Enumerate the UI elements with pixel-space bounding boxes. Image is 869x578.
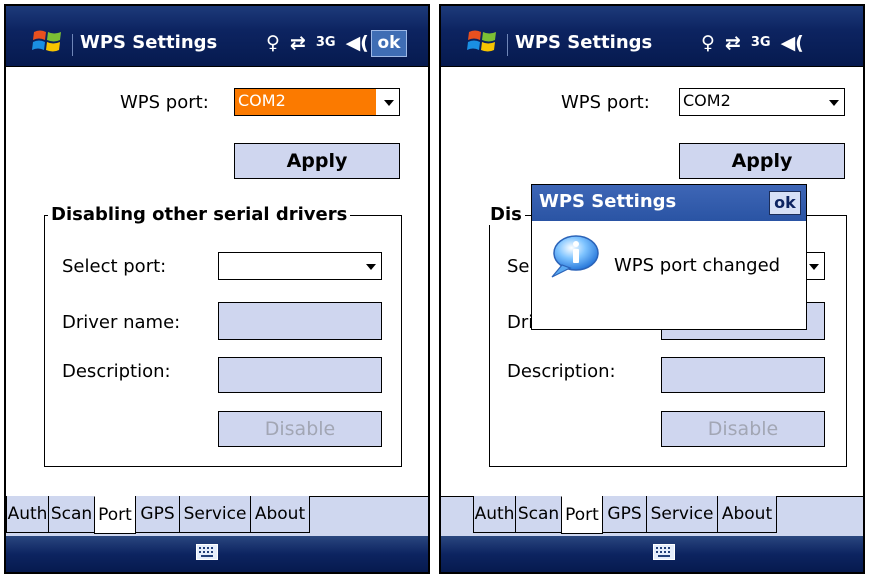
signal-icon[interactable]: ♀ bbox=[266, 30, 280, 56]
description-field[interactable] bbox=[218, 357, 382, 393]
soft-key-bar bbox=[6, 536, 428, 572]
group-title: Disabling other serial drivers bbox=[48, 204, 351, 225]
message-dialog: WPS Settings ok WPS port changed bbox=[531, 184, 807, 330]
tab-scan[interactable]: Scan bbox=[515, 496, 562, 533]
wps-port-label: WPS port: bbox=[561, 92, 650, 113]
dialog-title: WPS Settings bbox=[539, 191, 677, 212]
window-title: WPS Settings bbox=[515, 32, 653, 53]
chevron-down-icon bbox=[366, 264, 376, 270]
3g-icon[interactable]: 3G bbox=[751, 30, 771, 56]
tab-port[interactable]: Port bbox=[94, 496, 136, 534]
tab-about[interactable]: About bbox=[250, 496, 310, 533]
tab-service[interactable]: Service bbox=[646, 496, 718, 533]
tab-auth[interactable]: Auth bbox=[6, 496, 49, 533]
dialog-message: WPS port changed bbox=[614, 255, 781, 276]
apply-button[interactable]: Apply bbox=[234, 143, 400, 179]
status-icons: ♀ ⇄ 3G ◀︎( bbox=[701, 30, 804, 56]
title-separator bbox=[507, 34, 508, 56]
ok-button[interactable]: ok bbox=[371, 30, 407, 57]
keyboard-icon[interactable] bbox=[653, 544, 675, 560]
3g-icon[interactable]: 3G bbox=[316, 30, 336, 56]
chevron-down-icon bbox=[829, 100, 839, 106]
description-field[interactable] bbox=[661, 357, 825, 393]
sync-icon[interactable]: ⇄ bbox=[290, 30, 306, 56]
tab-auth[interactable]: Auth bbox=[473, 496, 516, 533]
title-bar: WPS Settings ♀ ⇄ 3G ◀︎( ok bbox=[6, 6, 428, 67]
wps-port-value: COM2 bbox=[683, 91, 731, 110]
tab-scan[interactable]: Scan bbox=[48, 496, 95, 533]
tab-service[interactable]: Service bbox=[179, 496, 251, 533]
status-icons: ♀ ⇄ 3G ◀︎( bbox=[266, 30, 369, 56]
speaker-icon[interactable]: ◀︎( bbox=[781, 30, 804, 56]
select-port-label: Se bbox=[507, 256, 530, 277]
tab-about[interactable]: About bbox=[717, 496, 777, 533]
info-icon bbox=[551, 235, 599, 278]
disable-button[interactable]: Disable bbox=[218, 411, 382, 447]
tab-port[interactable]: Port bbox=[561, 496, 603, 534]
description-label: Description: bbox=[62, 361, 171, 382]
select-port-label: Select port: bbox=[62, 256, 167, 277]
tab-gps[interactable]: GPS bbox=[135, 496, 180, 533]
chevron-down-icon bbox=[384, 100, 394, 106]
driver-name-label: Driver name: bbox=[62, 312, 181, 333]
dialog-ok-button[interactable]: ok bbox=[769, 191, 801, 215]
wps-port-label: WPS port: bbox=[120, 92, 209, 113]
title-separator bbox=[72, 34, 73, 56]
device-screen-left: WPS Settings ♀ ⇄ 3G ◀︎( ok WPS port: COM… bbox=[4, 4, 430, 574]
windows-start-icon[interactable] bbox=[465, 26, 501, 56]
tab-bar: Auth Scan Port GPS Service About bbox=[6, 496, 428, 540]
dialog-title-bar: WPS Settings ok bbox=[532, 185, 806, 221]
soft-key-bar bbox=[441, 536, 863, 572]
apply-button[interactable]: Apply bbox=[679, 143, 845, 179]
speaker-icon[interactable]: ◀︎( bbox=[346, 30, 369, 56]
description-label: Description: bbox=[507, 361, 616, 382]
driver-name-label: Dri bbox=[507, 312, 534, 333]
window-title: WPS Settings bbox=[80, 32, 218, 53]
chevron-down-icon bbox=[809, 264, 819, 270]
driver-name-field[interactable] bbox=[218, 302, 382, 340]
select-port-dropdown[interactable] bbox=[218, 252, 382, 280]
tab-gps[interactable]: GPS bbox=[602, 496, 647, 533]
wps-port-value: COM2 bbox=[238, 91, 286, 110]
device-screen-right: WPS Settings ♀ ⇄ 3G ◀︎( WPS port: COM2 A… bbox=[439, 4, 865, 574]
windows-start-icon[interactable] bbox=[30, 26, 66, 56]
keyboard-icon[interactable] bbox=[196, 544, 218, 560]
wps-port-dropdown[interactable]: COM2 bbox=[679, 88, 845, 116]
sync-icon[interactable]: ⇄ bbox=[725, 30, 741, 56]
title-bar: WPS Settings ♀ ⇄ 3G ◀︎( bbox=[441, 6, 863, 67]
disable-button[interactable]: Disable bbox=[661, 411, 825, 447]
group-title: Dis bbox=[487, 204, 525, 225]
wps-port-dropdown[interactable]: COM2 bbox=[234, 88, 400, 116]
tab-bar: Auth Scan Port GPS Service About bbox=[441, 496, 863, 540]
signal-icon[interactable]: ♀ bbox=[701, 30, 715, 56]
